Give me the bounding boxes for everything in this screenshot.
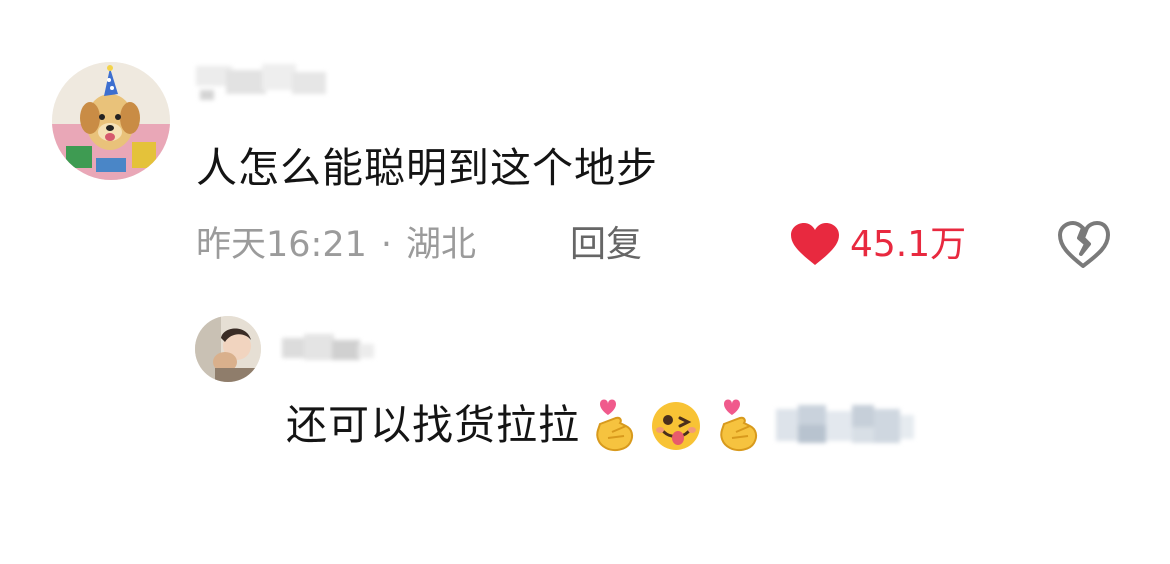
meta-separator: · (380, 225, 393, 265)
commenter-avatar[interactable] (52, 62, 170, 180)
like-count: 45.1万 (850, 224, 967, 265)
mention-blurred[interactable] (776, 401, 916, 449)
avatar-image (52, 62, 170, 180)
replier-avatar[interactable] (195, 316, 261, 382)
heart-icon (791, 223, 839, 265)
comment-text: 人怎么能聪明到这个地步 (196, 144, 658, 192)
finger-heart-emoji (710, 396, 766, 454)
winking-tongue-emoji (648, 396, 704, 454)
reply-text: 还可以找货拉拉 (286, 401, 580, 449)
finger-heart-emoji (586, 396, 642, 454)
comment-location: 湖北 (406, 225, 477, 265)
commenter-name-blurred[interactable] (196, 60, 356, 106)
dislike-button[interactable] (1056, 220, 1110, 270)
avatar-image (195, 316, 261, 382)
comment-meta: 昨天16:21 · 湖北 (196, 222, 476, 268)
comment-time: 昨天16:21 (196, 225, 367, 265)
broken-heart-icon (1058, 221, 1110, 268)
reply-content: 还可以找货拉拉 (286, 394, 916, 456)
replier-name-blurred[interactable] (282, 328, 376, 368)
reply-button[interactable]: 回复 (570, 222, 642, 268)
blurred-name-image (282, 334, 374, 360)
like-button[interactable]: 45.1万 (790, 222, 966, 268)
blurred-name-image (196, 64, 326, 100)
